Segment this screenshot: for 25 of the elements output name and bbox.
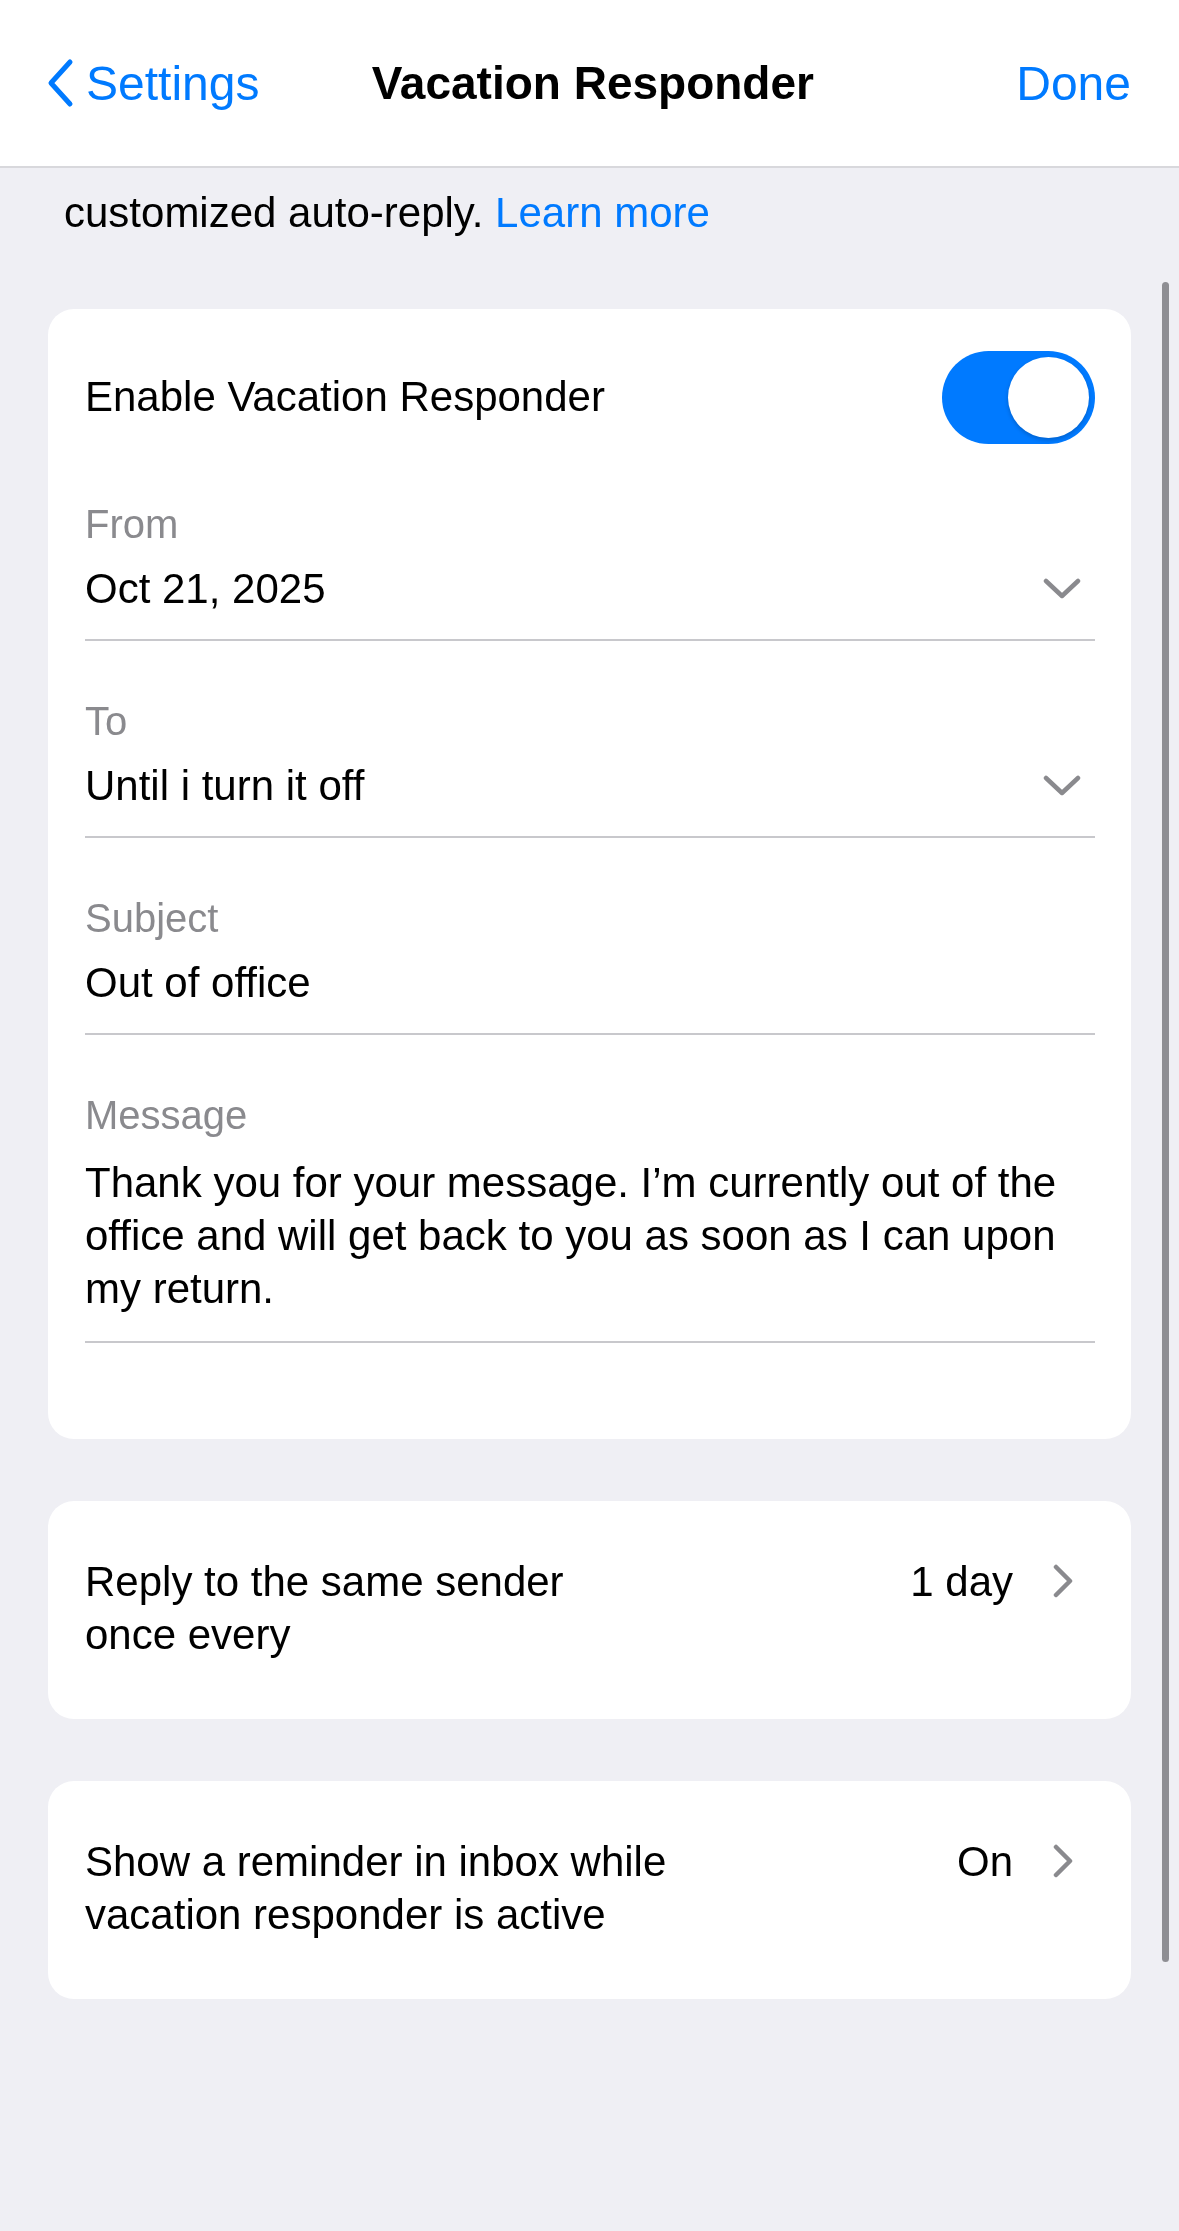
setting-value: 1 day: [910, 1556, 1013, 1607]
setting-label: Reply to the same sender once every: [85, 1556, 564, 1660]
back-button[interactable]: Settings: [46, 55, 260, 111]
field-label: Subject: [85, 895, 220, 941]
setting-value: On: [956, 1836, 1013, 1887]
message-field[interactable]: Thank you for your message. I’m currently out of the office and will get back to you as soon as I can upon my return.: [85, 1155, 1095, 1315]
dropdown-field[interactable]: Oct 21, 2025: [85, 564, 1095, 613]
input-field[interactable]: Out of office: [85, 958, 1095, 1007]
done-button[interactable]: Done: [1016, 55, 1131, 111]
setting-row[interactable]: Show a reminder in inbox while vacation responder is active On: [48, 1780, 1131, 1999]
chevron-down-icon: [1043, 576, 1081, 601]
screen-title: Vacation Responder: [371, 56, 814, 110]
learn-more-link[interactable]: Learn more: [495, 189, 710, 236]
field-label: Message: [85, 1092, 249, 1138]
dropdown-field[interactable]: Until i turn it off: [85, 761, 1095, 810]
setting-label: Show a reminder in inbox while vacation responder is active: [85, 1836, 667, 1940]
intro-text: customized auto-reply. Learn more: [63, 188, 711, 238]
field-label: To: [85, 698, 129, 744]
chevron-right-icon: [1053, 1844, 1073, 1879]
setting-row[interactable]: Reply to the same sender once every 1 day: [48, 1500, 1131, 1719]
toggle-label: Enable Vacation Responder: [85, 373, 605, 422]
back-chevron-icon: [46, 58, 74, 108]
chevron-down-icon: [1043, 773, 1081, 798]
field-label: From: [85, 501, 180, 547]
chevron-right-icon: [1053, 1564, 1073, 1599]
